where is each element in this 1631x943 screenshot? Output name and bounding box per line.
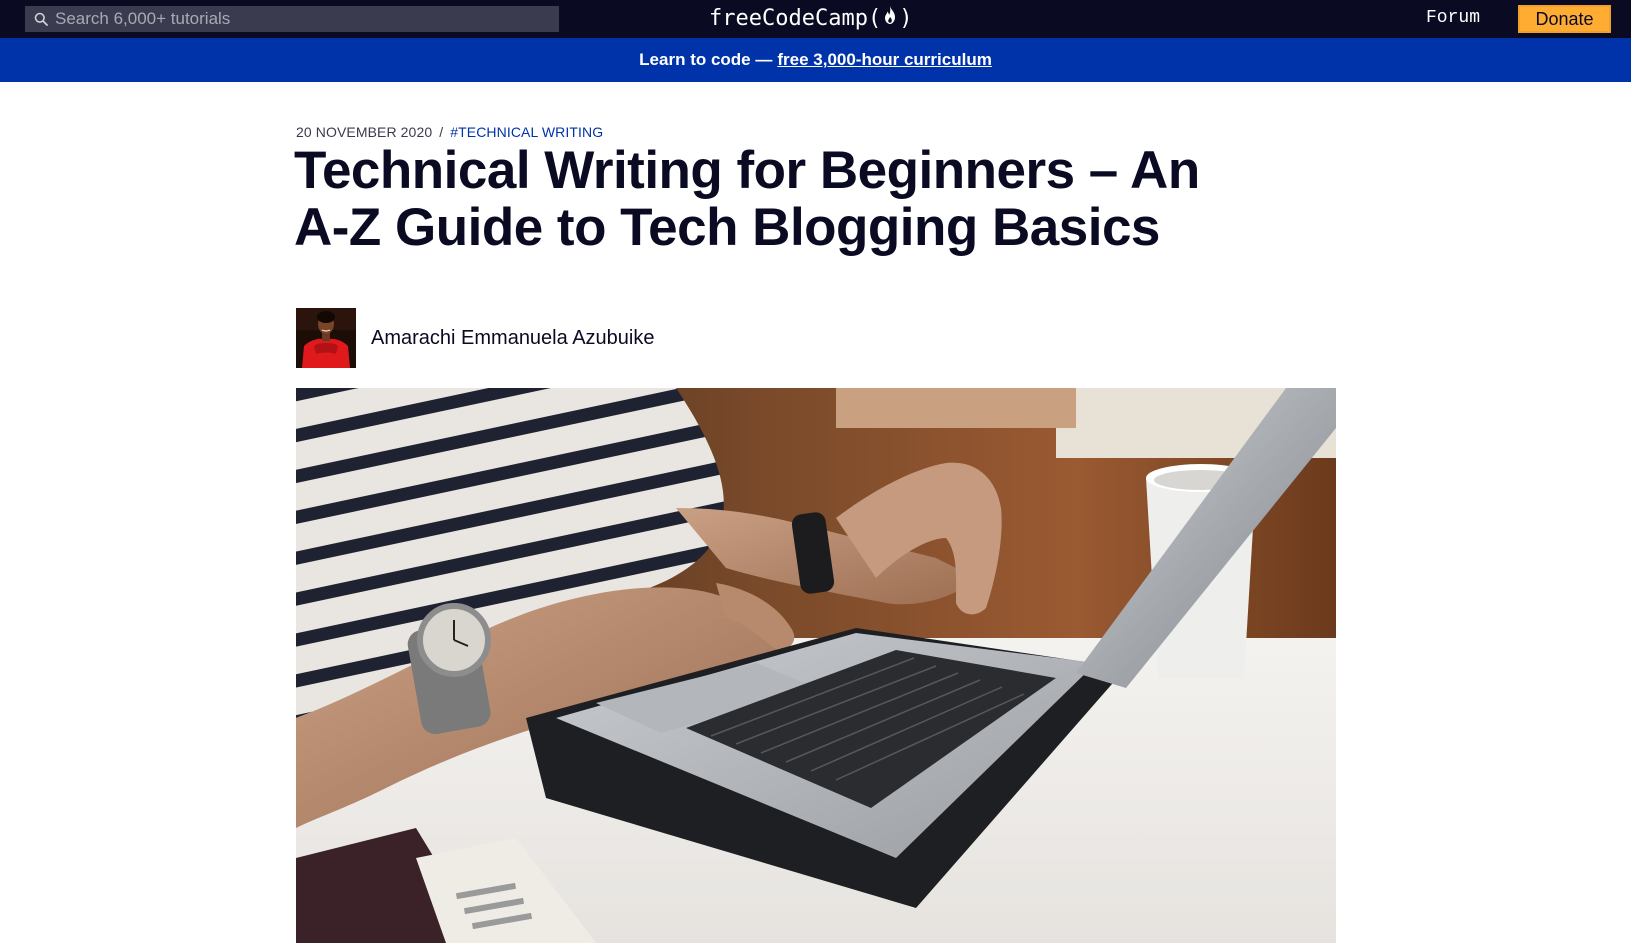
brand-paren-close: ) [899, 5, 913, 31]
author-avatar[interactable] [296, 308, 356, 368]
publish-date: 20 NOVEMBER 2020 [296, 124, 433, 140]
donate-button[interactable]: Donate [1518, 5, 1611, 33]
article-title: Technical Writing for Beginners – An A-Z… [294, 141, 1200, 257]
author-name-link[interactable]: Amarachi Emmanuela Azubuike [371, 327, 654, 350]
search-input[interactable] [55, 9, 535, 29]
meta-separator: / [439, 124, 444, 140]
article-feature-image [296, 388, 1336, 943]
site-logo[interactable]: freeCodeCamp ( ) [709, 3, 912, 33]
search-bar[interactable] [25, 6, 559, 32]
brand-paren-open: ( [867, 5, 882, 31]
curriculum-banner: Learn to code — free 3,000-hour curricul… [0, 38, 1631, 82]
author-byline: Amarachi Emmanuela Azubuike [296, 308, 654, 368]
article-tag-link[interactable]: #TECHNICAL WRITING [450, 124, 603, 140]
brand-text: freeCodeCamp [709, 5, 868, 31]
search-icon [33, 11, 49, 27]
curriculum-link[interactable]: free 3,000-hour curriculum [777, 50, 991, 70]
banner-text: Learn to code — [639, 50, 773, 69]
article-meta: 20 NOVEMBER 2020 / #TECHNICAL WRITING [296, 124, 603, 140]
top-navbar: freeCodeCamp ( ) Forum Donate [0, 0, 1631, 38]
flame-icon [882, 5, 898, 31]
forum-link[interactable]: Forum [1426, 8, 1480, 28]
